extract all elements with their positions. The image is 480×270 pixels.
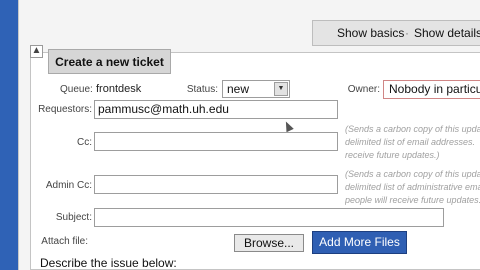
queue-value: frontdesk — [96, 83, 142, 95]
admin-cc-input[interactable] — [94, 175, 338, 194]
subject-label: Subject: — [55, 212, 92, 223]
show-basics-link[interactable]: Show basics — [337, 26, 404, 40]
subject-input[interactable] — [94, 208, 444, 227]
collapse-toggle-icon[interactable]: ▲ — [30, 45, 43, 58]
admin-cc-label: Admin Cc: — [45, 180, 92, 191]
cc-input[interactable] — [94, 132, 338, 151]
show-details-link[interactable]: Show details — [414, 26, 480, 40]
browse-button[interactable]: Browse... — [234, 234, 304, 252]
cc-hint: (Sends a carbon copy of this update to a… — [345, 124, 480, 160]
requestors-label: Requestors: — [38, 104, 92, 115]
requestors-input[interactable]: pammusc@math.uh.edu — [94, 100, 338, 119]
status-label: Status: — [186, 84, 218, 95]
admin-cc-hint: (Sends a carbon copy of this update to a… — [345, 169, 480, 205]
owner-select[interactable]: Nobody in particular — [383, 80, 480, 99]
panel-title: Create a new ticket — [48, 49, 171, 74]
queue-label: Queue: — [60, 84, 93, 95]
owner-label: Owner: — [347, 84, 380, 95]
describe-issue-label: Describe the issue below: — [40, 256, 177, 270]
add-more-files-button[interactable]: Add More Files — [312, 231, 407, 254]
view-tabs-separator: · — [405, 26, 409, 40]
status-selected-value: new — [227, 82, 250, 96]
status-select[interactable]: new ▼ — [222, 80, 290, 98]
attach-file-label: Attach file: — [41, 236, 88, 247]
chevron-down-icon[interactable]: ▼ — [274, 82, 288, 96]
cc-label: Cc: — [77, 137, 92, 148]
